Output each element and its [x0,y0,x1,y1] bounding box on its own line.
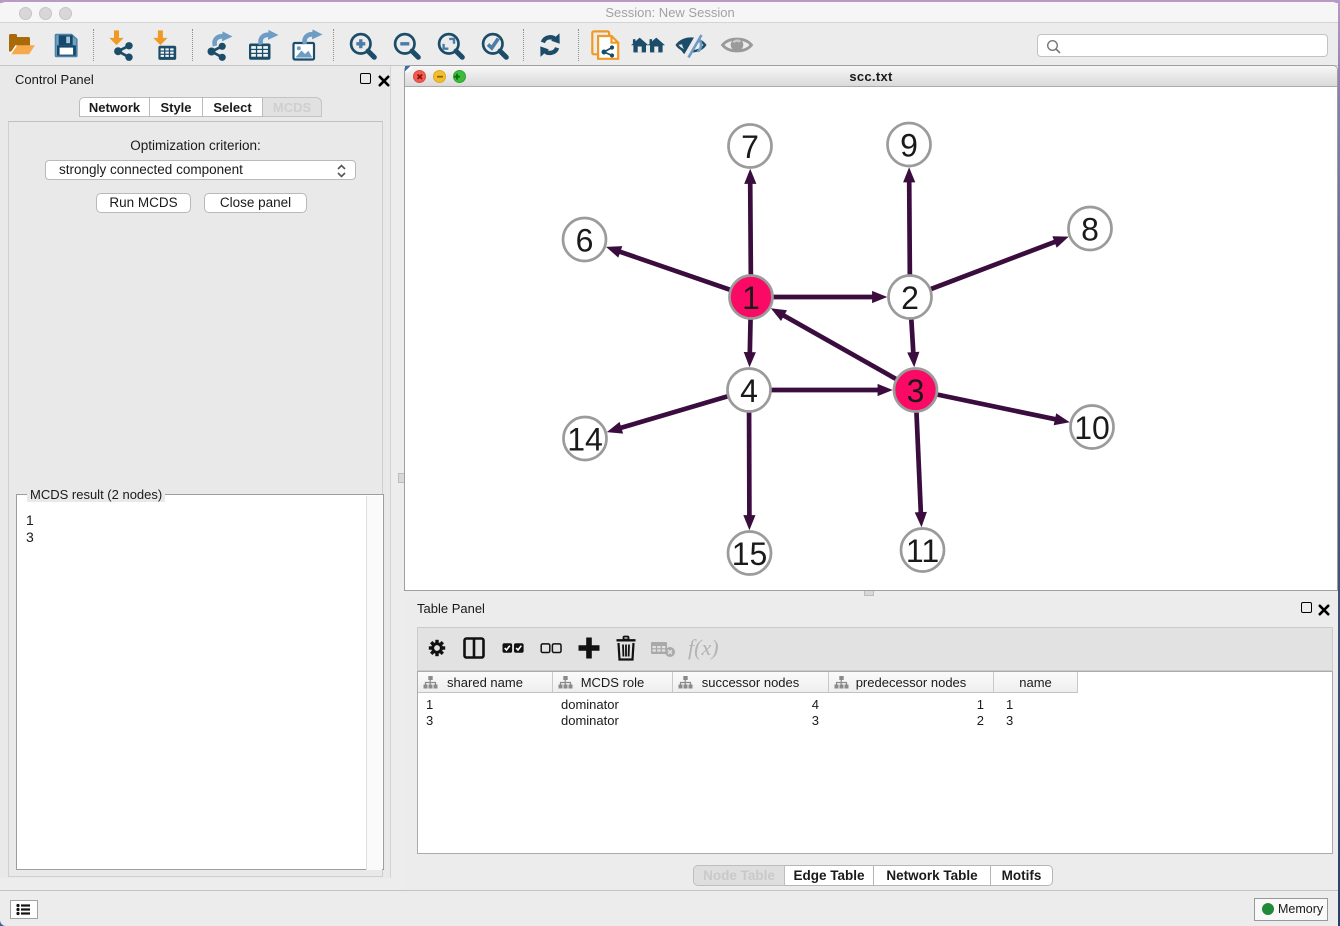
svg-text:14: 14 [567,422,603,458]
svg-text:9: 9 [900,128,918,164]
svg-text:1: 1 [742,280,760,316]
svg-text:6: 6 [576,223,594,259]
svg-text:f(x): f(x) [688,635,718,660]
svg-text:2: 2 [901,280,919,316]
svg-text:11: 11 [906,533,939,569]
svg-text:15: 15 [732,536,768,572]
svg-text:10: 10 [1074,410,1110,446]
svg-text:7: 7 [741,129,759,165]
svg-text:8: 8 [1081,212,1099,248]
svg-text:3: 3 [907,373,925,409]
svg-text:4: 4 [740,373,758,409]
